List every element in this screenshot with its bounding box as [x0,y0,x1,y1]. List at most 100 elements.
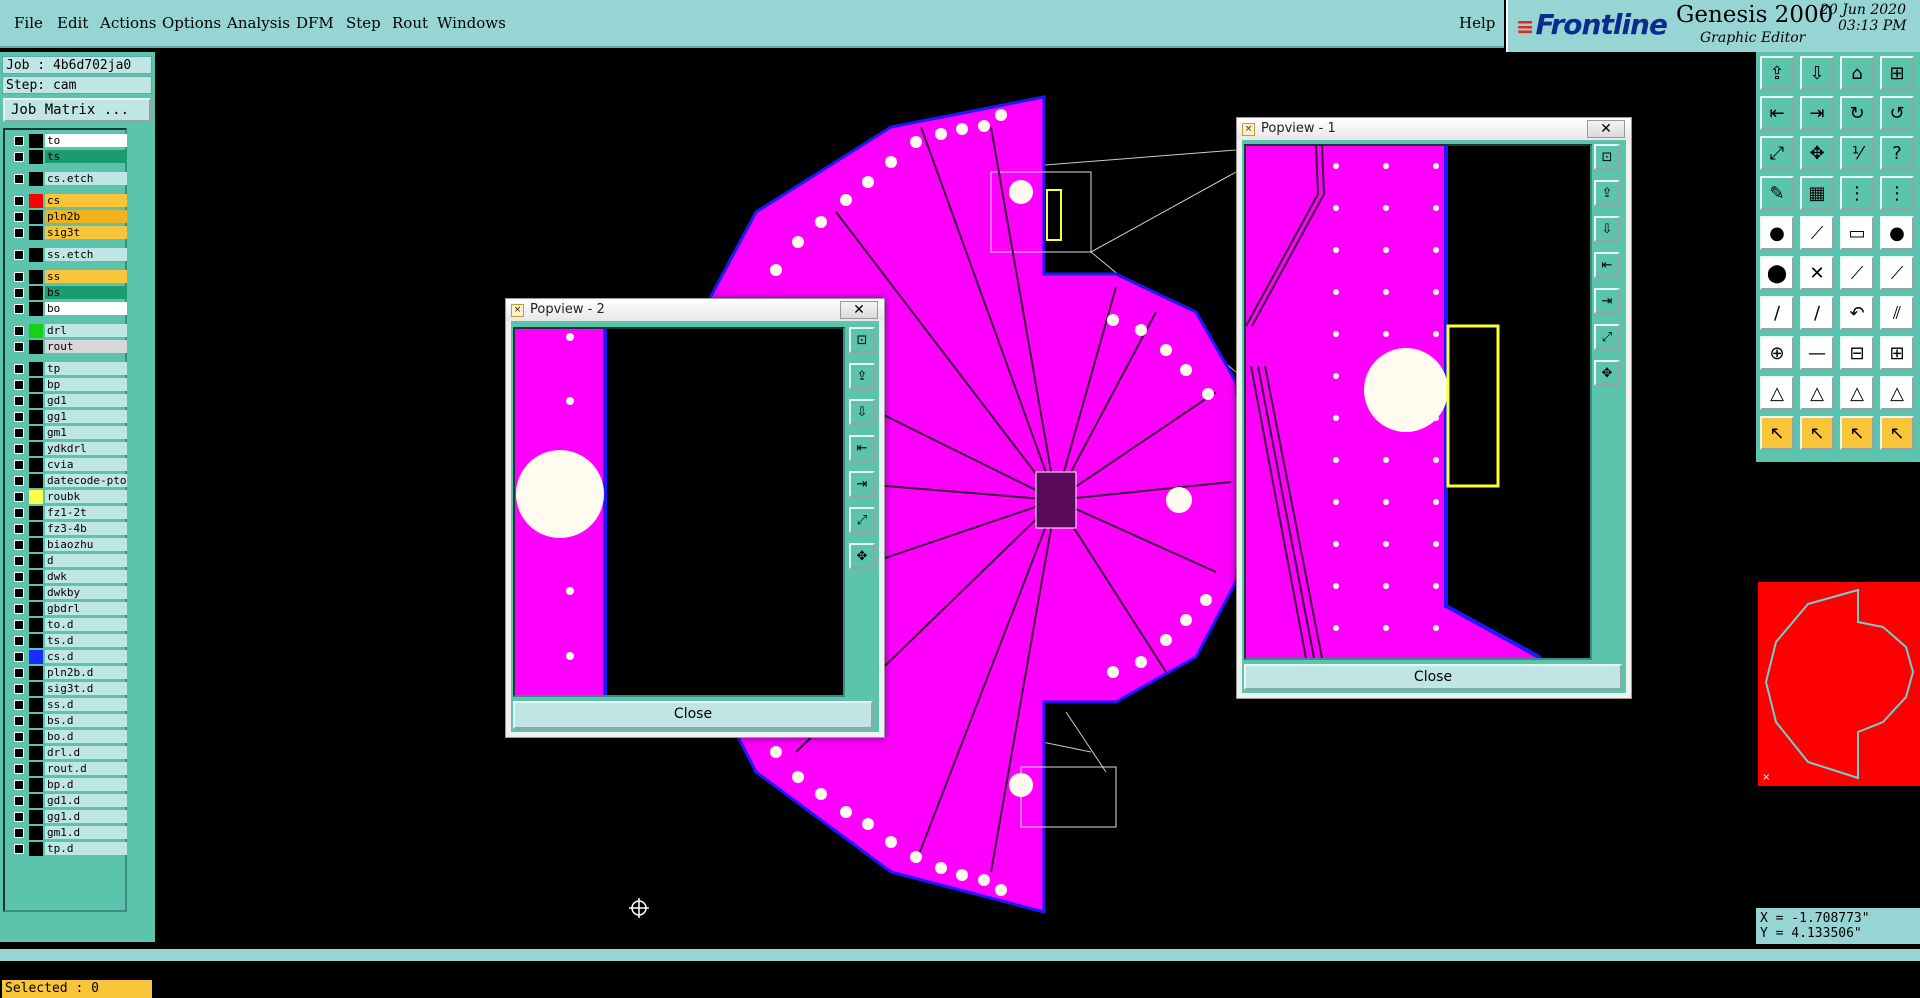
layer-name[interactable]: gg1 [45,410,127,423]
layer-checkbox[interactable] [14,508,24,518]
layer-row[interactable]: bs [9,286,127,300]
layer-row[interactable]: biaozhu [9,538,127,552]
layer-color-swatch[interactable] [29,340,43,354]
layer-name[interactable]: bs [45,286,127,299]
layer-color-swatch[interactable] [29,842,43,856]
popview-1-view[interactable] [1244,144,1592,660]
tool-button-icon[interactable]: △ [1840,376,1874,410]
layer-row[interactable]: gm1 [9,426,127,440]
layer-name[interactable]: fz3-4b [45,522,127,535]
menu-edit[interactable]: Edit [57,14,88,32]
layer-color-swatch[interactable] [29,394,43,408]
popview-1-window[interactable]: × Popview - 1 ✕ ⊡ ⇪ ⇩ ⇤ ⇥ ⤢ ✥ Close [1236,117,1632,699]
popview-tool-icon[interactable]: ⇪ [1594,180,1620,206]
layer-row[interactable]: tp [9,362,127,376]
tool-button-icon[interactable]: ⊞ [1880,56,1914,90]
layer-row[interactable]: datecode-pto [9,474,127,488]
layer-checkbox[interactable] [14,828,24,838]
layer-name[interactable]: dwk [45,570,127,583]
layer-row[interactable]: fz3-4b [9,522,127,536]
tool-button-icon[interactable]: ▭ [1840,216,1874,250]
layer-color-swatch[interactable] [29,682,43,696]
tool-button-icon[interactable]: — [1800,336,1834,370]
tool-button-icon[interactable]: ⇪ [1760,56,1794,90]
layer-row[interactable]: rout.d [9,762,127,776]
layer-name[interactable]: gg1.d [45,810,127,823]
layer-checkbox[interactable] [14,364,24,374]
tool-button-icon[interactable]: ⌂ [1840,56,1874,90]
layer-checkbox[interactable] [14,620,24,630]
layer-color-swatch[interactable] [29,378,43,392]
layer-name[interactable]: gm1 [45,426,127,439]
layer-row[interactable]: bs.d [9,714,127,728]
tool-button-icon[interactable]: ⟋ [1880,256,1914,290]
tool-button-icon[interactable]: ▦ [1800,176,1834,210]
layer-checkbox[interactable] [14,524,24,534]
menu-rout[interactable]: Rout [392,14,428,32]
layer-name[interactable]: biaozhu [45,538,127,551]
layer-row[interactable]: d [9,554,127,568]
popview-2-close-button[interactable]: Close [513,701,873,729]
layer-color-swatch[interactable] [29,650,43,664]
layer-row[interactable]: ydkdrl [9,442,127,456]
layer-row[interactable]: rout [9,340,127,354]
layer-name[interactable]: ydkdrl [45,442,127,455]
tool-button-icon[interactable]: ↻ [1840,96,1874,130]
layer-row[interactable]: ts.d [9,634,127,648]
layer-name[interactable]: cs.etch [45,172,127,185]
layer-checkbox[interactable] [14,684,24,694]
layer-name[interactable]: pln2b [45,210,127,223]
tool-button-icon[interactable]: ? [1880,136,1914,170]
layer-color-swatch[interactable] [29,794,43,808]
layer-checkbox[interactable] [14,444,24,454]
layer-color-swatch[interactable] [29,286,43,300]
layer-color-swatch[interactable] [29,522,43,536]
layer-checkbox[interactable] [14,476,24,486]
tool-button-icon[interactable]: ⊞ [1880,336,1914,370]
layer-color-swatch[interactable] [29,248,43,262]
layer-color-swatch[interactable] [29,194,43,208]
tool-button-icon[interactable]: ⬤ [1760,256,1794,290]
layer-color-swatch[interactable] [29,150,43,164]
popview-tool-icon[interactable]: ⊡ [1594,144,1620,170]
layer-row[interactable]: bo [9,302,127,316]
layer-name[interactable]: d [45,554,127,567]
layer-name[interactable]: gd1.d [45,794,127,807]
layer-row[interactable]: pln2b.d [9,666,127,680]
layer-row[interactable]: to [9,134,127,148]
tool-button-icon[interactable]: ⫽ [1880,296,1914,330]
tool-button-icon[interactable]: ⇥ [1800,96,1834,130]
layer-checkbox[interactable] [14,652,24,662]
layer-checkbox[interactable] [14,380,24,390]
layer-checkbox[interactable] [14,844,24,854]
menu-file[interactable]: File [14,14,43,32]
layer-checkbox[interactable] [14,326,24,336]
layer-name[interactable]: bp [45,378,127,391]
layer-checkbox[interactable] [14,250,24,260]
tool-button-icon[interactable]: ⋮ [1840,176,1874,210]
layer-color-swatch[interactable] [29,746,43,760]
layer-row[interactable]: drl.d [9,746,127,760]
layer-row[interactable]: fz1-2t [9,506,127,520]
layer-checkbox[interactable] [14,636,24,646]
layer-color-swatch[interactable] [29,270,43,284]
layer-color-swatch[interactable] [29,324,43,338]
tool-button-icon[interactable]: ⇤ [1760,96,1794,130]
layer-checkbox[interactable] [14,780,24,790]
layer-row[interactable]: gd1 [9,394,127,408]
layer-row[interactable]: gbdrl [9,602,127,616]
layer-checkbox[interactable] [14,492,24,502]
layer-checkbox[interactable] [14,668,24,678]
layer-color-swatch[interactable] [29,442,43,456]
tool-button-icon[interactable]: ✎ [1760,176,1794,210]
layer-row[interactable]: ss.etch [9,248,127,262]
layer-row[interactable]: cvia [9,458,127,472]
tool-button-icon[interactable]: ∕ [1760,296,1794,330]
layer-color-swatch[interactable] [29,134,43,148]
popview-tool-icon[interactable]: ⇥ [1594,288,1620,314]
layer-color-swatch[interactable] [29,762,43,776]
popview-tool-icon[interactable]: ⇩ [1594,216,1620,242]
popview-tool-icon[interactable]: ⇤ [849,435,875,461]
layer-name[interactable]: fz1-2t [45,506,127,519]
layer-row[interactable]: cs.d [9,650,127,664]
